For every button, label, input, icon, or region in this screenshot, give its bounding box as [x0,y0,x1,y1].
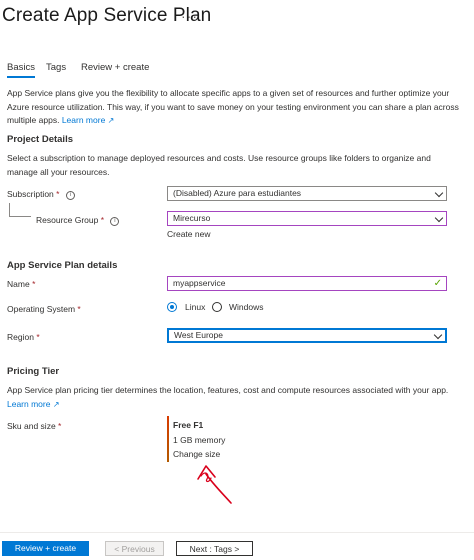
required-marker: * [32,279,36,289]
resource-group-value: Mirecurso [173,213,211,223]
os-windows-label[interactable]: Windows [229,302,263,312]
sku-indicator-bar [167,416,169,462]
external-link-icon: ↗ [52,399,60,409]
create-new-link[interactable]: Create new [167,229,210,239]
region-label-text: Region [7,332,34,342]
footer-divider [0,532,474,533]
region-value: West Europe [174,330,223,340]
subscription-value: (Disabled) Azure para estudiantes [173,188,302,198]
subscription-label: Subscription * i [7,189,75,200]
sku-memory: 1 GB memory [173,435,226,445]
previous-button[interactable]: < Previous [105,541,164,556]
name-input[interactable]: myappservice ✓ [167,276,447,291]
create-app-service-plan-page: Create App Service Plan ··· Basics Tags … [0,0,474,560]
required-marker: * [36,332,40,342]
os-label: Operating System * [7,304,81,314]
os-label-text: Operating System [7,304,76,314]
review-create-button[interactable]: Review + create [2,541,89,556]
name-label-text: Name [7,279,30,289]
subscription-label-text: Subscription [7,189,54,199]
resource-group-label: Resource Group * i [36,215,120,226]
subscription-dropdown[interactable]: (Disabled) Azure para estudiantes [167,186,447,201]
os-windows-radio[interactable] [212,302,222,312]
checkmark-icon: ✓ [433,278,442,289]
sku-name: Free F1 [173,420,204,430]
next-tags-button[interactable]: Next : Tags > [176,541,253,556]
chevron-down-icon [433,330,443,340]
required-marker: * [56,189,60,199]
intro-description: App Service plans give you the flexibili… [7,87,462,128]
pricing-tier-heading: Pricing Tier [7,366,60,377]
required-marker: * [77,304,81,314]
os-linux-radio[interactable] [167,302,177,312]
region-dropdown[interactable]: West Europe [167,328,447,343]
pricing-description: App Service plan pricing tier determines… [7,384,462,411]
sku-label: Sku and size * [7,421,61,431]
tree-connector-horizontal [9,216,31,217]
plan-details-heading: App Service Plan details [7,260,118,271]
name-value: myappservice [173,278,226,288]
external-link-icon: ↗ [107,116,115,125]
page-title: Create App Service Plan [2,5,212,26]
change-size-link[interactable]: Change size [173,449,220,459]
tab-review-create[interactable]: Review + create [81,62,149,73]
project-details-heading: Project Details [7,134,73,145]
resource-group-label-text: Resource Group [36,215,99,225]
info-icon[interactable]: i [65,191,75,200]
required-marker: * [100,215,105,225]
tree-connector [9,203,10,216]
sku-label-text: Sku and size [7,421,56,431]
chevron-down-icon [434,213,444,223]
pricing-learn-more-link[interactable]: Learn more [7,399,50,409]
tab-basics[interactable]: Basics [7,62,35,78]
tab-tags[interactable]: Tags [46,62,66,73]
info-icon[interactable]: i [110,217,120,226]
region-label: Region * [7,332,40,342]
required-marker: * [58,421,62,431]
os-linux-label[interactable]: Linux [185,302,205,312]
more-options-icon[interactable]: ··· [181,8,198,24]
project-description: Select a subscription to manage deployed… [7,153,431,177]
name-label: Name * [7,279,35,289]
chevron-down-icon [434,188,444,198]
resource-group-dropdown[interactable]: Mirecurso [167,211,447,226]
pricing-text: App Service plan pricing tier determines… [7,385,449,395]
intro-learn-more-link[interactable]: Learn more [62,115,105,125]
